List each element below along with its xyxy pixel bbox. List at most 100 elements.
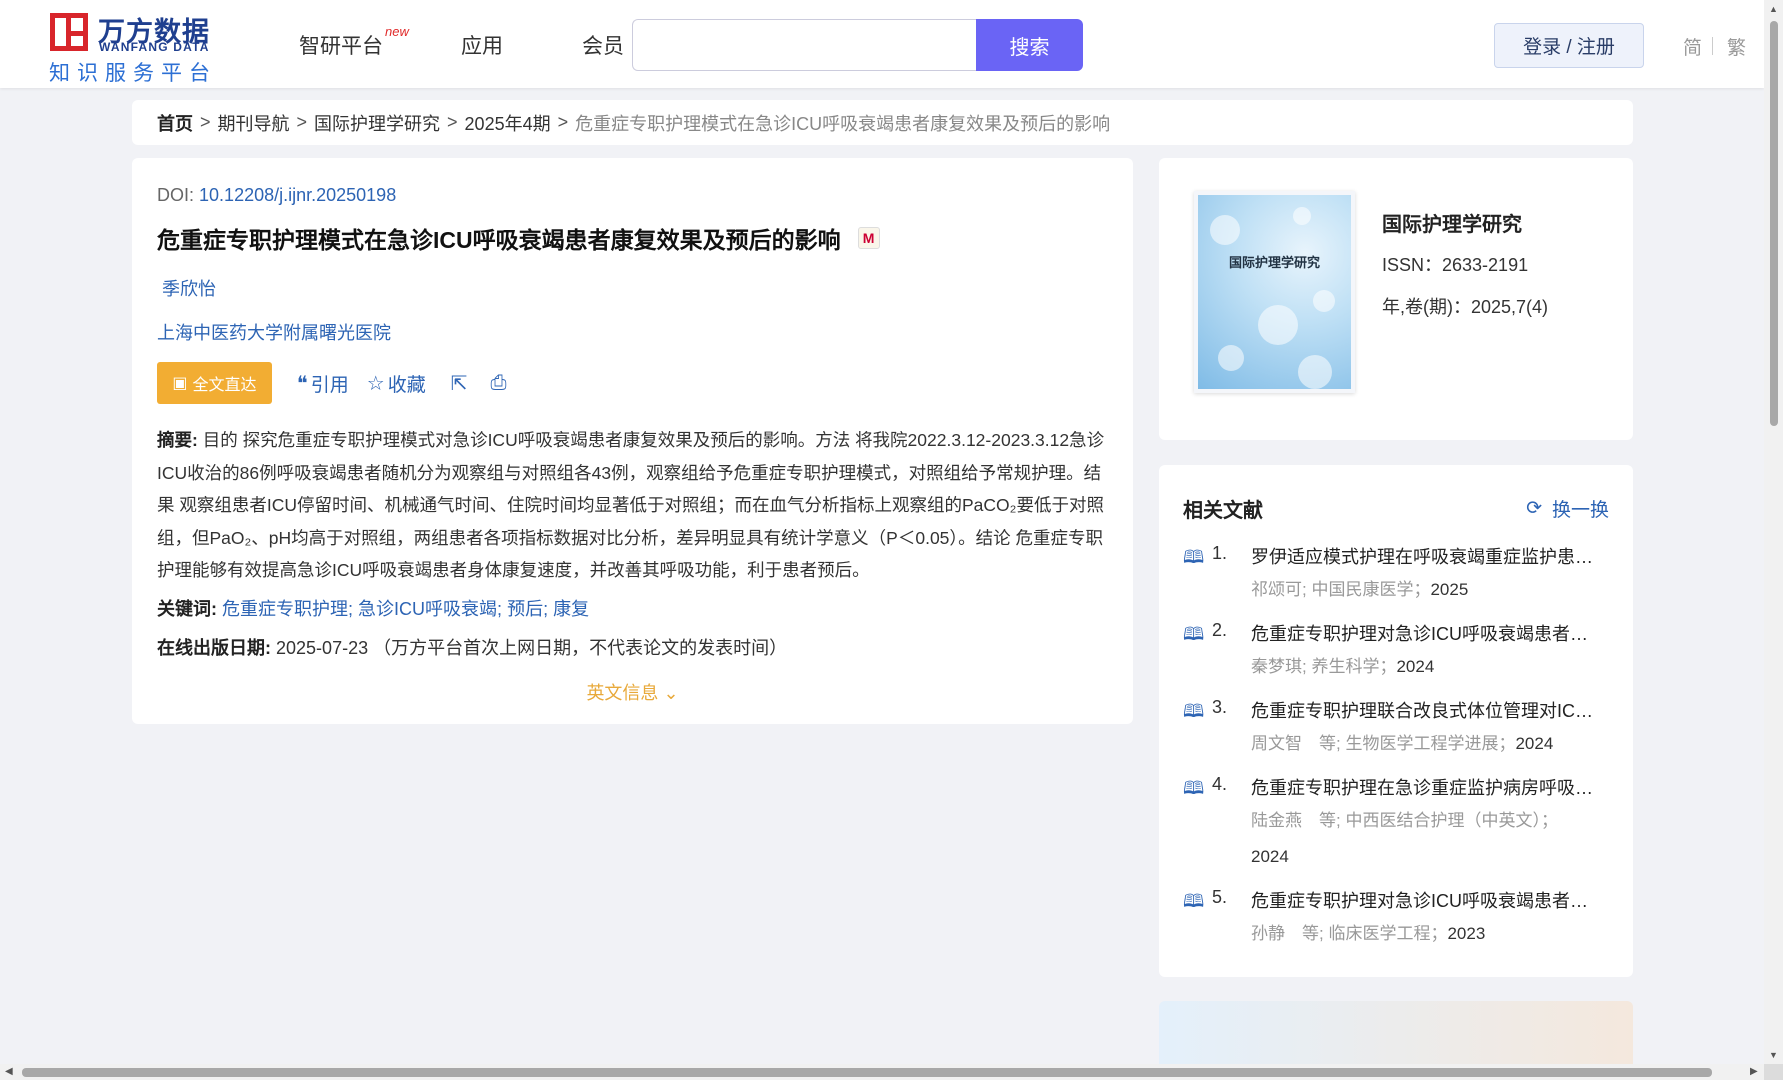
- related-meta: 祁颂可; 中国民康医学；2025: [1251, 572, 1609, 608]
- journal-cover[interactable]: 国际护理学研究: [1194, 191, 1355, 393]
- keyword-link[interactable]: 急诊ICU呼吸衰竭: [358, 599, 497, 619]
- lang-simplified[interactable]: 简: [1683, 33, 1702, 60]
- related-source: 陆金燕 等; 中西医结合护理（中英文）；: [1251, 811, 1558, 830]
- related-title: 相关文献: [1183, 499, 1263, 522]
- keywords-label: 关键词:: [157, 598, 217, 619]
- print-button[interactable]: ⎙: [491, 372, 510, 395]
- nav-zhiyan[interactable]: 智研平台 new: [299, 24, 409, 60]
- wanfang-logo[interactable]: 万方数据 WANFANG DATA 知识服务平台: [48, 10, 223, 85]
- keyword-link[interactable]: 康复: [553, 599, 589, 619]
- fulltext-button[interactable]: ▣ 全文直达: [157, 362, 272, 404]
- abstract-text: 目的 探究危重症专职护理模式对急诊ICU呼吸衰竭患者康复效果及预后的影响。方法 …: [157, 430, 1105, 580]
- scroll-down-icon[interactable]: ▼: [1769, 1050, 1778, 1060]
- favorite-button[interactable]: ☆ 收藏: [367, 370, 426, 397]
- lang-divider: [1712, 37, 1713, 55]
- related-title-link[interactable]: 危重症专职护理对急诊ICU呼吸衰竭患者康...: [1251, 887, 1601, 916]
- breadcrumb-journal[interactable]: 国际护理学研究: [314, 110, 440, 136]
- related-source: 孙静 等; 临床医学工程；: [1251, 924, 1448, 943]
- logo-mark-icon: [50, 13, 88, 51]
- share-icon: ⇱: [450, 372, 468, 395]
- search-button[interactable]: 搜索: [976, 19, 1083, 71]
- breadcrumb-home[interactable]: 首页: [157, 110, 193, 136]
- related-source: 祁颂可; 中国民康医学；: [1251, 580, 1431, 599]
- doi-link[interactable]: 10.12208/j.ijnr.20250198: [199, 185, 396, 205]
- related-list: 🕮 1. 罗伊适应模式护理在呼吸衰竭重症监护患儿... 祁颂可; 中国民康医学；…: [1183, 543, 1609, 952]
- breadcrumb-journal-nav[interactable]: 期刊导航: [218, 110, 290, 136]
- breadcrumb-separator: >: [296, 112, 308, 132]
- scrollbar-corner: [1764, 1064, 1783, 1080]
- nav-zhiyan-label: 智研平台: [299, 35, 383, 58]
- horizontal-scrollbar[interactable]: ◀ ▶: [0, 1064, 1764, 1080]
- logo-subtitle: 知识服务平台: [49, 62, 217, 85]
- affiliation-link[interactable]: 上海中医药大学附属曙光医院: [157, 319, 1108, 345]
- related-source: 周文智 等; 生物医学工程学进展；: [1251, 734, 1516, 753]
- related-number: 2.: [1212, 620, 1228, 640]
- author-link[interactable]: 季欣怡: [162, 275, 1108, 301]
- journal-issn: ISSN：2633-2191: [1382, 255, 1529, 275]
- chevron-down-icon: ⌄: [663, 682, 679, 703]
- related-item: 🕮 3. 危重症专职护理联合改良式体位管理对ICU... 周文智 等; 生物医学…: [1183, 697, 1609, 762]
- scroll-left-icon[interactable]: ◀: [5, 1066, 13, 1077]
- cite-button[interactable]: ❝ 引用: [297, 370, 349, 397]
- related-title-link[interactable]: 危重症专职护理对急诊ICU呼吸衰竭患者康...: [1251, 620, 1601, 649]
- search-input[interactable]: [632, 19, 976, 71]
- login-register-button[interactable]: 登录 / 注册: [1494, 23, 1644, 68]
- free-doc-icon: ▣: [172, 375, 188, 392]
- breadcrumb-separator: >: [447, 112, 458, 132]
- publish-date: 在线出版日期: 2025-07-23 （万方平台首次上网日期，不代表论文的发表时…: [157, 634, 1108, 660]
- mendeley-icon[interactable]: M: [857, 227, 880, 249]
- lang-traditional[interactable]: 繁: [1727, 33, 1746, 60]
- related-title-link[interactable]: 危重症专职护理在急诊重症监护病房呼吸衰...: [1251, 774, 1601, 803]
- book-icon: 🕮: [1183, 778, 1205, 798]
- pubdate-note: （万方平台首次上网日期，不代表论文的发表时间）: [373, 637, 788, 658]
- related-number: 5.: [1212, 887, 1228, 907]
- nav-member[interactable]: 会员: [582, 30, 624, 60]
- book-icon: 🕮: [1183, 701, 1205, 721]
- journal-name[interactable]: 国际护理学研究: [1382, 208, 1522, 237]
- related-title-link[interactable]: 罗伊适应模式护理在呼吸衰竭重症监护患儿...: [1251, 543, 1601, 572]
- cover-title: 国际护理学研究: [1228, 255, 1320, 270]
- book-icon: 🕮: [1183, 624, 1205, 644]
- book-icon: 🕮: [1183, 547, 1205, 567]
- vertical-scroll-thumb[interactable]: [1770, 21, 1778, 426]
- nav-apps[interactable]: 应用: [461, 30, 503, 60]
- keyword-link[interactable]: 预后: [507, 599, 543, 619]
- doi-line: DOI: 10.12208/j.ijnr.20250198: [157, 185, 1108, 206]
- related-year: 2024: [1515, 734, 1554, 753]
- article-card: DOI: 10.12208/j.ijnr.20250198 危重症专职护理模式在…: [132, 158, 1133, 724]
- title-row: 危重症专职护理模式在急诊ICU呼吸衰竭患者康复效果及预后的影响 M: [157, 221, 1108, 255]
- related-year: 2024: [1251, 847, 1289, 866]
- share-button[interactable]: ⇱: [451, 371, 471, 396]
- related-title-link[interactable]: 危重症专职护理联合改良式体位管理对ICU...: [1251, 697, 1601, 726]
- breadcrumb-issue[interactable]: 2025年4期: [465, 110, 551, 136]
- horizontal-scroll-thumb[interactable]: [22, 1068, 1712, 1077]
- new-badge: new: [385, 24, 409, 39]
- breadcrumb: 首页 > 期刊导航 > 国际护理学研究 > 2025年4期 > 危重症专职护理模…: [132, 100, 1633, 145]
- doi-label: DOI:: [157, 185, 195, 205]
- article-title: 危重症专职护理模式在急诊ICU呼吸衰竭患者康复效果及预后的影响: [157, 227, 841, 253]
- nav-member-label: 会员: [582, 35, 624, 58]
- promo-banner[interactable]: [1159, 1001, 1633, 1064]
- cite-label: 引用: [310, 374, 349, 396]
- favorite-label: 收藏: [387, 374, 426, 396]
- fulltext-label: 全文直达: [192, 377, 257, 394]
- star-icon: ☆: [366, 372, 385, 395]
- vertical-scrollbar[interactable]: ▲ ▼: [1764, 0, 1783, 1064]
- related-year: 2024: [1396, 657, 1435, 676]
- quote-icon: ❝: [297, 372, 308, 395]
- english-info-toggle[interactable]: 英文信息 ⌄: [157, 679, 1108, 705]
- page: 万方数据 WANFANG DATA 知识服务平台 智研平台 new 应用 会员 …: [0, 0, 1764, 1064]
- related-number: 4.: [1212, 774, 1228, 794]
- scroll-up-icon[interactable]: ▲: [1769, 4, 1778, 14]
- keyword-link[interactable]: 危重症专职护理: [222, 599, 348, 619]
- scroll-right-icon[interactable]: ▶: [1750, 1066, 1758, 1077]
- nav-apps-label: 应用: [461, 35, 503, 58]
- related-meta: 秦梦琪; 养生科学；2024: [1251, 649, 1609, 685]
- breadcrumb-separator: >: [557, 112, 569, 132]
- print-icon: ⎙: [490, 371, 507, 394]
- related-header: 相关文献 ⟳ 换一换: [1183, 493, 1609, 523]
- related-item: 🕮 1. 罗伊适应模式护理在呼吸衰竭重症监护患儿... 祁颂可; 中国民康医学；…: [1183, 543, 1609, 608]
- refresh-button[interactable]: ⟳ 换一换: [1526, 495, 1609, 522]
- related-year: 2023: [1447, 924, 1486, 943]
- related-meta: 陆金燕 等; 中西医结合护理（中英文）； 2024: [1251, 803, 1609, 875]
